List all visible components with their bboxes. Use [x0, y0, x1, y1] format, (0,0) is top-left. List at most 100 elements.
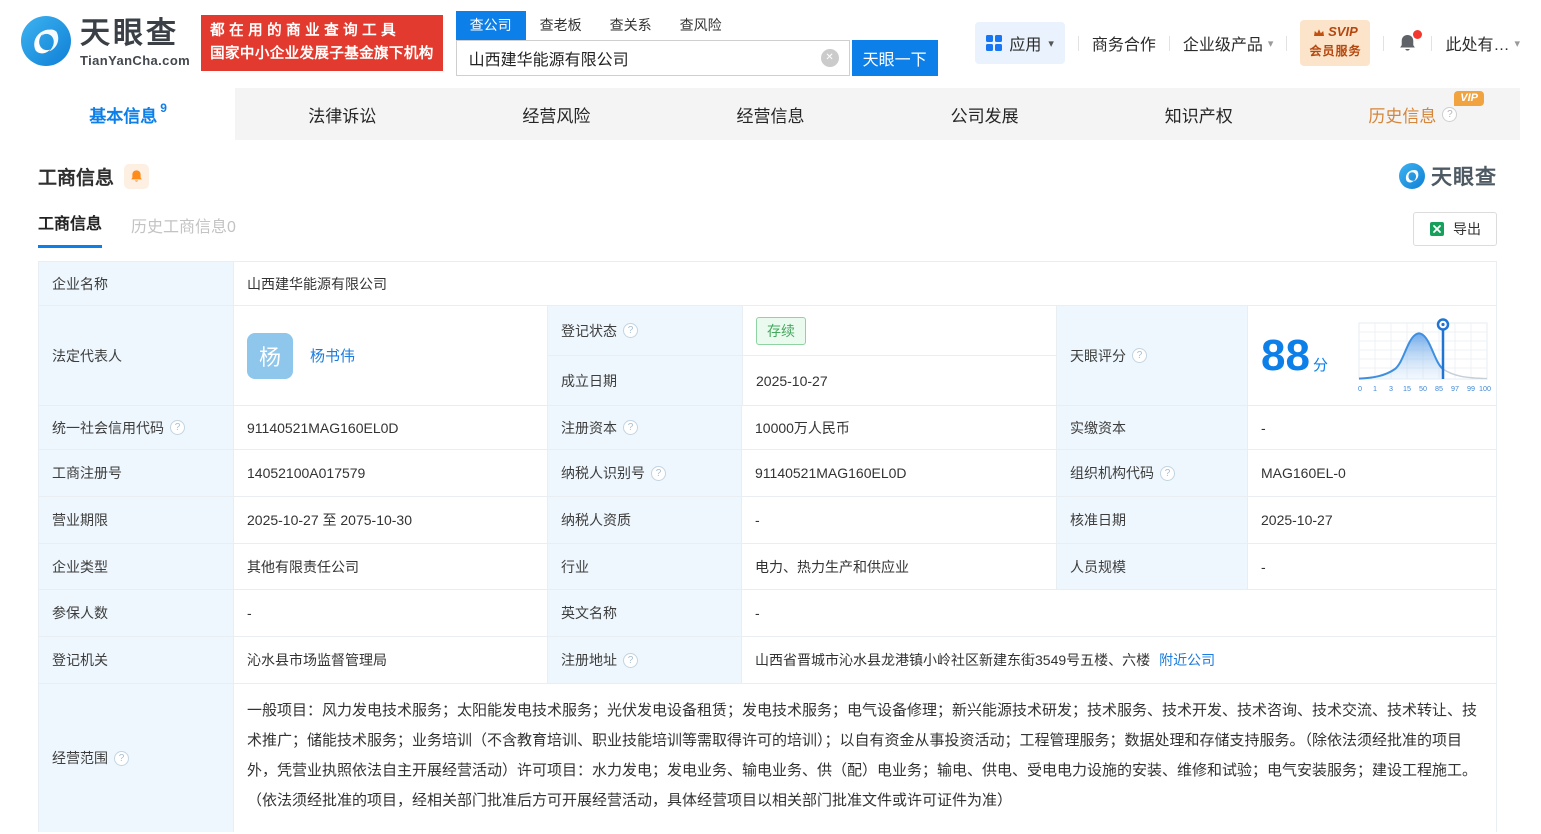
help-icon[interactable]: ? [651, 466, 666, 481]
field-label-credit-code: 统一社会信用代码 ? [39, 406, 233, 449]
field-value-insured-count: - [233, 590, 547, 636]
subtab-history-business-info[interactable]: 历史工商信息0 [131, 213, 236, 248]
help-icon[interactable]: ? [623, 420, 638, 435]
table-row: 营业期限 2025-10-27 至 2075-10-30 纳税人资质 - 核准日… [39, 496, 1496, 543]
field-value-company-type: 其他有限责任公司 [233, 544, 547, 589]
help-icon[interactable]: ? [623, 653, 638, 668]
search-tab-company[interactable]: 查公司 [456, 11, 526, 40]
tab-label: 历史信息 [1368, 102, 1436, 127]
subtab-business-info[interactable]: 工商信息 [38, 210, 102, 248]
field-label-taxpayer-quality: 纳税人资质 [547, 497, 741, 543]
tab-operation-info[interactable]: 经营信息 [663, 88, 877, 140]
search-tabs: 查公司 查老板 查关系 查风险 [456, 11, 938, 40]
crown-icon [1313, 28, 1325, 37]
apps-grid-icon [986, 35, 1002, 51]
field-value-reg-status: 存续 [742, 306, 1056, 355]
field-value-paid-capital: - [1247, 406, 1496, 449]
field-label-business-term: 营业期限 [39, 497, 233, 543]
field-value-reg-number: 14052100A017579 [233, 450, 547, 496]
table-row: 登记机关 沁水县市场监督管理局 注册地址 ? 山西省晋城市沁水县龙港镇小岭社区新… [39, 636, 1496, 683]
search-input[interactable] [456, 40, 850, 76]
top-header: 天眼查 TianYanCha.com 都在用的商业查询工具 国家中小企业发展子基… [0, 0, 1541, 86]
tianyancha-logo[interactable]: 天眼查 TianYanCha.com [21, 16, 190, 71]
chevron-down-icon: ▾ [1048, 37, 1054, 50]
field-value-score: 88分 [1247, 306, 1496, 405]
help-icon[interactable]: ? [623, 323, 638, 338]
field-value-business-scope: 一般项目：风力发电技术服务；太阳能发电技术服务；光伏发电设备租赁；发电技术服务；… [233, 684, 1496, 832]
monitor-bell-icon[interactable] [124, 164, 149, 189]
export-button[interactable]: 导出 [1413, 212, 1497, 246]
tab-label: 经营风险 [522, 102, 590, 127]
svip-member-button[interactable]: SVIP 会员服务 [1300, 20, 1370, 66]
svg-text:97: 97 [1451, 384, 1459, 393]
status-date-subgrid: 登记状态 ? 存续 成立日期 2025-10-27 [547, 306, 1056, 405]
field-label-score: 天眼评分 ? [1056, 306, 1247, 405]
search-tab-risk[interactable]: 查风险 [666, 11, 736, 40]
svg-text:15: 15 [1403, 384, 1411, 393]
user-account-menu[interactable]: 此处有… ▾ [1445, 31, 1520, 55]
svg-text:0: 0 [1358, 384, 1362, 393]
divider [1169, 36, 1170, 51]
field-value-business-term: 2025-10-27 至 2075-10-30 [233, 497, 547, 543]
field-label-insured-count: 参保人数 [39, 590, 233, 636]
section-title: 工商信息 [38, 163, 114, 190]
tab-count-badge: 9 [160, 101, 167, 115]
company-section-tabs: 基本信息 9 法律诉讼 经营风险 经营信息 公司发展 知识产权 VIP 历史信息… [21, 88, 1520, 140]
field-value-reg-authority: 沁水县市场监督管理局 [233, 637, 547, 683]
search-button[interactable]: 天眼一下 [852, 40, 938, 76]
tab-basic-info[interactable]: 基本信息 9 [21, 88, 235, 140]
apps-menu[interactable]: 应用 ▾ [975, 22, 1065, 64]
help-icon[interactable]: ? [170, 420, 185, 435]
field-label-reg-authority: 登记机关 [39, 637, 233, 683]
tab-history-info[interactable]: VIP 历史信息 ? [1306, 88, 1520, 140]
tab-company-development[interactable]: 公司发展 [878, 88, 1092, 140]
help-icon[interactable]: ? [1442, 107, 1457, 122]
tab-label: 经营信息 [736, 102, 804, 127]
excel-icon [1429, 221, 1445, 237]
table-row: 法定代表人 杨 杨书伟 登记状态 ? 存续 成立日期 2025-10-2 [39, 305, 1496, 405]
field-value-org-code: MAG160EL-0 [1247, 450, 1496, 496]
avatar[interactable]: 杨 [247, 333, 293, 379]
field-label-staff-size: 人员规模 [1056, 544, 1247, 589]
divider [1431, 36, 1432, 51]
field-label-legal-rep: 法定代表人 [39, 306, 233, 405]
score-distribution-chart: 0 1 3 15 50 85 97 99 100 [1357, 315, 1489, 397]
tab-legal-proceedings[interactable]: 法律诉讼 [235, 88, 449, 140]
clear-search-icon[interactable]: ✕ [821, 49, 839, 67]
svg-text:85: 85 [1435, 384, 1443, 393]
watermark-brand: 天眼查 [1431, 161, 1497, 191]
notification-bell-icon[interactable] [1397, 33, 1418, 54]
search-tab-boss[interactable]: 查老板 [526, 11, 596, 40]
member-service-label: 会员服务 [1309, 44, 1361, 58]
business-info-table: 企业名称 山西建华能源有限公司 法定代表人 杨 杨书伟 登记状态 ? 存续 [38, 261, 1497, 832]
field-label-reg-address: 注册地址 ? [547, 637, 741, 683]
svg-text:50: 50 [1419, 384, 1427, 393]
tianyancha-swirl-icon [1399, 163, 1425, 189]
tab-operation-risk[interactable]: 经营风险 [449, 88, 663, 140]
help-icon[interactable]: ? [114, 751, 129, 766]
nearby-companies-link[interactable]: 附近公司 [1159, 650, 1215, 670]
field-label-establish-date: 成立日期 [548, 356, 742, 405]
tab-intellectual-property[interactable]: 知识产权 [1092, 88, 1306, 140]
tab-label: 知识产权 [1165, 102, 1233, 127]
help-icon[interactable]: ? [1132, 348, 1147, 363]
field-value-staff-size: - [1247, 544, 1496, 589]
tab-label: 公司发展 [951, 102, 1019, 127]
field-label-reg-capital: 注册资本 ? [547, 406, 741, 449]
field-label-paid-capital: 实缴资本 [1056, 406, 1247, 449]
svg-text:99: 99 [1467, 384, 1475, 393]
field-value-reg-capital: 10000万人民币 [741, 406, 1056, 449]
svip-label: SVIP [1328, 24, 1358, 41]
field-label-industry: 行业 [547, 544, 741, 589]
business-cooperation-link[interactable]: 商务合作 [1092, 31, 1156, 55]
field-label-company-name: 企业名称 [39, 262, 233, 305]
search-tab-relation[interactable]: 查关系 [596, 11, 666, 40]
chevron-down-icon: ▾ [1514, 37, 1520, 50]
table-row: 企业类型 其他有限责任公司 行业 电力、热力生产和供应业 人员规模 - [39, 543, 1496, 589]
legal-rep-link[interactable]: 杨书伟 [310, 345, 355, 366]
field-value-taxpayer-quality: - [741, 497, 1056, 543]
enterprise-products-menu[interactable]: 企业级产品 ▾ [1183, 31, 1274, 55]
slogan-line1: 都在用的商业查询工具 [210, 20, 434, 43]
help-icon[interactable]: ? [1160, 466, 1175, 481]
enterprise-products-label: 企业级产品 [1183, 31, 1263, 55]
